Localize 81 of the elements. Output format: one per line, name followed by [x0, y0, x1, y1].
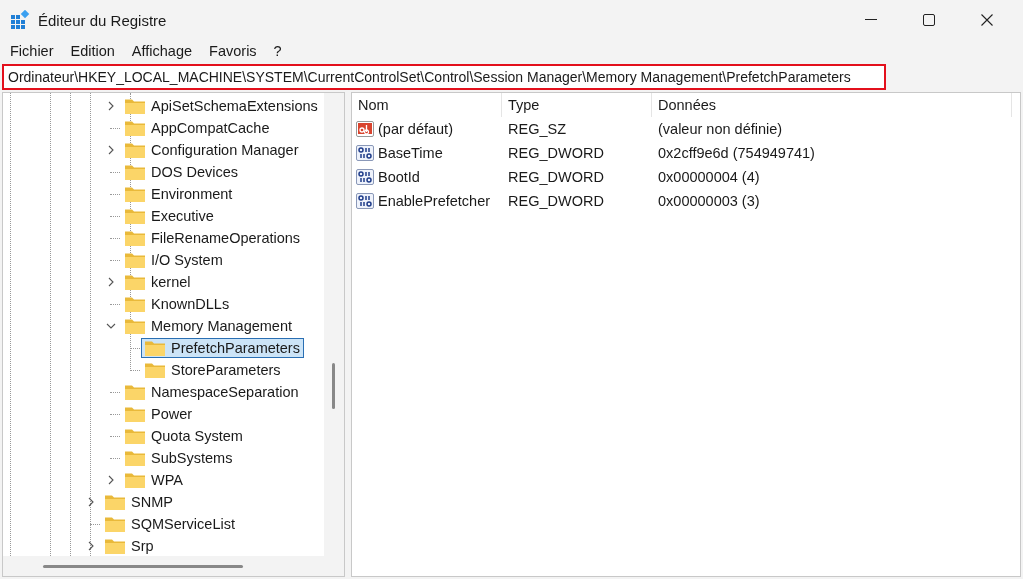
value-data: 0x2cff9e6d (754949741)	[657, 145, 816, 161]
value-name[interactable]: BootId	[378, 169, 420, 185]
chevron-right-icon[interactable]	[106, 475, 116, 485]
value-name[interactable]: BaseTime	[378, 145, 443, 161]
folder-icon	[125, 472, 145, 488]
value-name[interactable]: EnablePrefetcher	[378, 193, 491, 209]
tree-item[interactable]: SNMP	[101, 492, 177, 512]
folder-icon	[105, 494, 125, 510]
tree-item[interactable]: SubSystems	[121, 448, 237, 468]
folder-icon	[125, 252, 145, 268]
chevron-right-icon[interactable]	[106, 101, 116, 111]
tree-item[interactable]: WPA	[121, 470, 187, 490]
menu-item[interactable]: Edition	[70, 43, 115, 59]
folder-icon	[125, 164, 145, 180]
folder-icon	[125, 208, 145, 224]
folder-icon	[145, 362, 165, 378]
column-header[interactable]: Nom	[352, 93, 502, 117]
folder-icon	[125, 230, 145, 246]
value-type: REG_DWORD	[507, 169, 605, 185]
folder-icon	[125, 450, 145, 466]
scrollbar-thumb[interactable]	[43, 565, 243, 568]
registry-icon	[10, 10, 30, 30]
chevron-right-icon[interactable]	[86, 541, 96, 551]
folder-icon	[125, 186, 145, 202]
column-header[interactable]: Données	[652, 93, 1012, 117]
tree-item[interactable]: Power	[121, 404, 197, 424]
folder-icon	[125, 428, 145, 444]
tree-item[interactable]: KnownDLLs	[121, 294, 234, 314]
value-type: REG_SZ	[507, 121, 567, 137]
folder-icon	[125, 98, 145, 114]
tree-item[interactable]: DOS Devices	[121, 162, 243, 182]
tree-item[interactable]: ApiSetSchemaExtensions	[121, 96, 322, 116]
scrollbar-thumb[interactable]	[332, 363, 335, 409]
chevron-down-icon[interactable]	[106, 321, 116, 331]
tree-item[interactable]: Executive	[121, 206, 218, 226]
tree-item[interactable]: Memory Management	[121, 316, 297, 336]
close-icon[interactable]	[981, 14, 993, 26]
tree-item[interactable]: SQMServiceList	[101, 514, 239, 534]
chevron-right-icon[interactable]	[106, 145, 116, 155]
tree-item[interactable]: Environment	[121, 184, 237, 204]
binary-value-icon	[356, 168, 374, 186]
folder-icon	[125, 120, 145, 136]
minimize-icon[interactable]	[865, 19, 877, 21]
window-title: Éditeur du Registre	[38, 11, 167, 29]
value-data: 0x00000003 (3)	[657, 193, 761, 209]
value-name[interactable]: (par défaut)	[378, 121, 453, 137]
folder-icon	[125, 274, 145, 290]
tree-item[interactable]: Configuration Manager	[121, 140, 303, 160]
value-data: 0x00000004 (4)	[657, 169, 761, 185]
tree-item[interactable]: FileRenameOperations	[121, 228, 305, 248]
menu-item[interactable]: ?	[273, 43, 282, 59]
value-data: (valeur non définie)	[657, 121, 784, 137]
tree-item[interactable]: I/O System	[121, 250, 227, 270]
folder-icon	[145, 340, 165, 356]
address-field[interactable]: Ordinateur\HKEY_LOCAL_MACHINE\SYSTEM\CurrentControlSet\Control\Session Manager\Memory Management\PrefetchParameters	[2, 64, 886, 90]
folder-icon	[105, 538, 125, 554]
column-header[interactable]: Type	[502, 93, 652, 117]
value-type: REG_DWORD	[507, 145, 605, 161]
folder-icon	[125, 406, 145, 422]
menu-item[interactable]: Fichier	[10, 43, 54, 59]
folder-icon	[125, 142, 145, 158]
folder-icon	[125, 318, 145, 334]
tree-item[interactable]: NamespaceSeparation	[121, 382, 303, 402]
menu-item[interactable]: Favoris	[209, 43, 257, 59]
tree-item[interactable]: StoreParameters	[141, 360, 285, 380]
tree-item[interactable]: PrefetchParameters	[141, 338, 304, 358]
string-value-icon	[356, 120, 374, 138]
folder-icon	[125, 384, 145, 400]
binary-value-icon	[356, 144, 374, 162]
binary-value-icon	[356, 192, 374, 210]
folder-icon	[125, 296, 145, 312]
menu-item[interactable]: Affichage	[131, 43, 193, 59]
tree-item[interactable]: Srp	[101, 536, 158, 556]
maximize-icon[interactable]	[923, 14, 935, 26]
tree-item[interactable]: kernel	[121, 272, 195, 292]
chevron-right-icon[interactable]	[106, 277, 116, 287]
tree-item[interactable]: AppCompatCache	[121, 118, 274, 138]
chevron-right-icon[interactable]	[86, 497, 96, 507]
value-type: REG_DWORD	[507, 193, 605, 209]
folder-icon	[105, 516, 125, 532]
tree-item[interactable]: Quota System	[121, 426, 247, 446]
